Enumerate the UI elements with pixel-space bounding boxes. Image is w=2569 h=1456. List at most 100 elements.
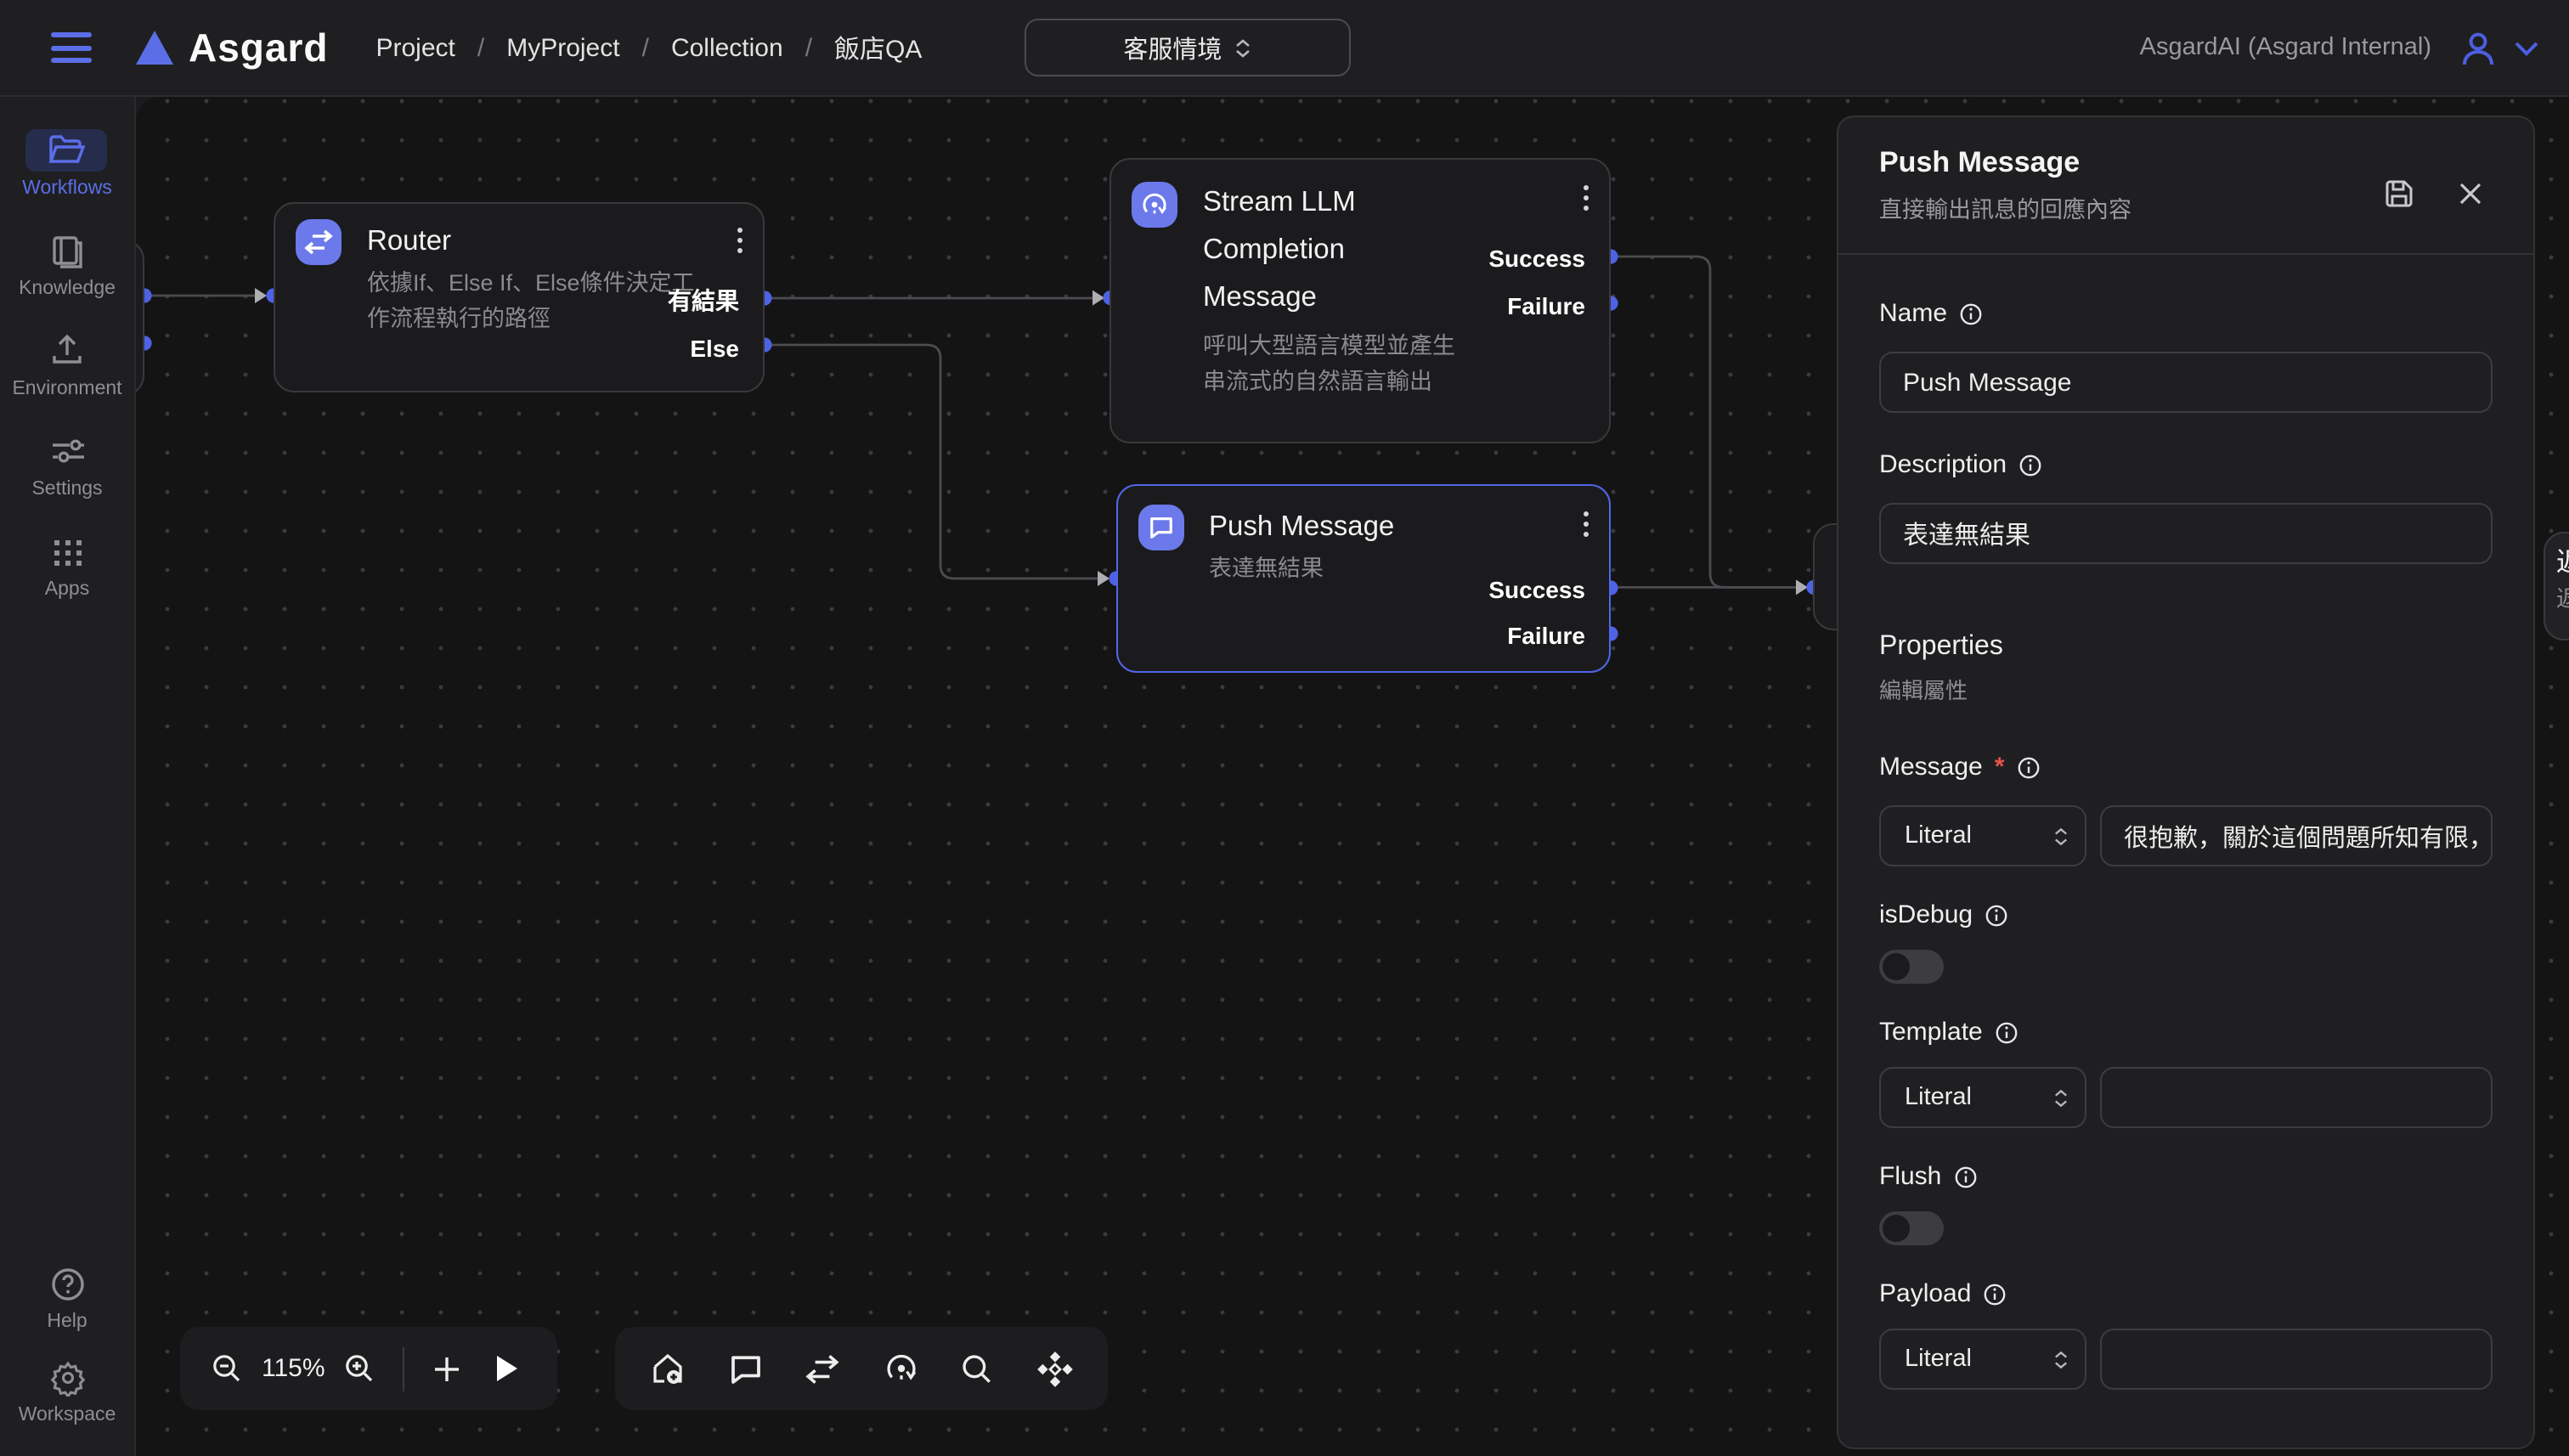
selector-updown-icon [1235, 38, 1251, 57]
zoom-in-icon[interactable] [344, 1352, 376, 1385]
menu-icon[interactable] [51, 32, 92, 63]
folder-icon [26, 129, 108, 172]
brand-logo: Asgard [136, 25, 329, 71]
help-icon [26, 1262, 108, 1305]
node-router[interactable]: Router 依據If、Else If、Else條件決定工作流程執行的路徑 有結… [274, 201, 765, 392]
breadcrumb-current[interactable]: 飯店QA [834, 30, 922, 65]
breadcrumb-project[interactable]: Project [376, 33, 455, 62]
app-window: Asgard Project / MyProject / Collection … [0, 0, 2569, 1456]
description-input[interactable]: 表達無結果 [1879, 503, 2493, 564]
top-bar: Asgard Project / MyProject / Collection … [0, 0, 2569, 97]
payload-value-input[interactable] [2100, 1329, 2493, 1390]
node-description: 依據If、Else If、Else條件決定工作流程執行的路徑 [367, 264, 700, 337]
close-icon[interactable] [2459, 182, 2482, 206]
sidebar-item-settings[interactable]: Settings [26, 430, 108, 499]
breadcrumb: Project / MyProject / Collection / 飯店QA [376, 30, 923, 65]
run-workflow-icon[interactable] [495, 1354, 521, 1383]
user-icon[interactable] [2459, 28, 2498, 67]
push-output-label: Failure [1507, 619, 1585, 650]
node-description: 呼叫大型語言模型並產生串流式的自然語言輸出 [1203, 327, 1468, 400]
selector-updown-icon [2054, 1088, 2068, 1107]
node-properties-panel: Push Message 直接輸出訊息的回應內容 Name Pu [1837, 116, 2535, 1449]
environment-selector[interactable]: 客服情境 [1024, 19, 1350, 76]
template-label: Template [1879, 1018, 2493, 1047]
upload-icon [26, 330, 108, 372]
info-icon [1953, 1165, 1977, 1188]
node-palette-toolbar [615, 1327, 1108, 1410]
sidebar-item-apps[interactable]: Apps [26, 530, 108, 600]
template-type-select[interactable]: Literal [1879, 1067, 2086, 1128]
info-icon [1995, 1020, 2019, 1044]
stream-output-label: Success [1488, 242, 1585, 273]
selector-updown-icon [2054, 827, 2068, 845]
push-output-label: Success [1488, 573, 1585, 604]
move-tool-icon[interactable] [1036, 1350, 1074, 1387]
selector-updown-icon [2054, 1350, 2068, 1369]
node-menu-icon[interactable] [1580, 507, 1592, 540]
payload-type-select[interactable]: Literal [1879, 1329, 2086, 1390]
sliders-icon [26, 430, 108, 472]
node-menu-icon[interactable] [1580, 181, 1592, 214]
isdebug-toggle[interactable] [1879, 950, 1944, 984]
sidebar-item-label: Workflows [22, 178, 112, 199]
sidebar-item-knowledge[interactable]: Knowledge [19, 229, 116, 299]
sidebar-item-workflows[interactable]: Workflows [22, 129, 112, 199]
info-icon [1985, 903, 2008, 927]
stream-llm-node-icon [1132, 181, 1177, 227]
triangle-logo-icon [136, 31, 173, 65]
info-icon [2019, 453, 2042, 477]
zoom-toolbar: 115% [180, 1327, 557, 1410]
router-output-label: Else [690, 332, 739, 363]
message-value-input[interactable]: 很抱歉，關於這個問題所知有限，暫 [2100, 805, 2493, 866]
stream-output-label: Failure [1507, 290, 1585, 320]
flush-toggle[interactable] [1879, 1211, 1944, 1245]
panel-title: Push Message [1879, 146, 2496, 180]
router-node-icon [296, 218, 342, 264]
node-menu-icon[interactable] [734, 223, 746, 257]
description-label: Description [1879, 450, 2493, 479]
node-title: Stream LLM Completion Message [1203, 178, 1424, 320]
isdebug-label: isDebug [1879, 900, 2493, 929]
node-title: Router [367, 217, 451, 264]
info-icon [2016, 755, 2040, 779]
account-chevron-down-icon[interactable] [2515, 40, 2538, 55]
sidebar: Workflows Knowledge Environment [0, 97, 136, 1456]
info-icon [1959, 302, 1983, 325]
node-description: 返 [2556, 582, 2569, 616]
node-title: 返 [2556, 545, 2569, 582]
account-name: AsgardAI (Asgard Internal) [2140, 34, 2431, 61]
push-message-node-icon [1138, 504, 1183, 550]
breadcrumb-myproject[interactable]: MyProject [506, 33, 619, 62]
name-input[interactable]: Push Message [1879, 352, 2493, 413]
properties-title: Properties [1879, 632, 2493, 663]
sidebar-item-workspace[interactable]: Workspace [19, 1356, 116, 1425]
node-partial-left[interactable] [136, 240, 144, 396]
node-partial-right[interactable]: 返 返 [2543, 531, 2569, 640]
info-icon [1983, 1282, 2007, 1306]
apps-grid-icon [26, 530, 108, 573]
message-type-select[interactable]: Literal [1879, 805, 2086, 866]
router-output-label: 有結果 [668, 285, 739, 315]
node-stream-llm[interactable]: Stream LLM Completion Message 呼叫大型語言模型並產… [1109, 157, 1611, 443]
push-message-tool-icon[interactable] [728, 1352, 762, 1385]
message-label: Message* [1879, 753, 2493, 782]
sidebar-item-help[interactable]: Help [26, 1262, 108, 1332]
node-push-message[interactable]: Push Message 表達無結果 Success Failure [1115, 483, 1611, 672]
payload-label: Payload [1879, 1279, 2493, 1308]
home-add-icon[interactable] [649, 1350, 686, 1387]
add-node-icon[interactable] [432, 1353, 463, 1384]
node-title: Push Message [1209, 502, 1394, 550]
template-value-input[interactable] [2100, 1067, 2493, 1128]
flush-label: Flush [1879, 1162, 2493, 1191]
search-icon[interactable] [961, 1352, 995, 1385]
stream-llm-tool-icon[interactable] [884, 1351, 919, 1386]
zoom-out-icon[interactable] [211, 1352, 243, 1385]
required-asterisk: * [1995, 753, 2005, 782]
zoom-level: 115% [262, 1354, 325, 1383]
save-icon[interactable] [2384, 178, 2414, 209]
router-tool-icon[interactable] [804, 1353, 841, 1384]
brand-name: Asgard [189, 25, 329, 71]
name-label: Name [1879, 299, 2493, 328]
sidebar-item-environment[interactable]: Environment [12, 330, 121, 399]
breadcrumb-collection[interactable]: Collection [671, 33, 783, 62]
